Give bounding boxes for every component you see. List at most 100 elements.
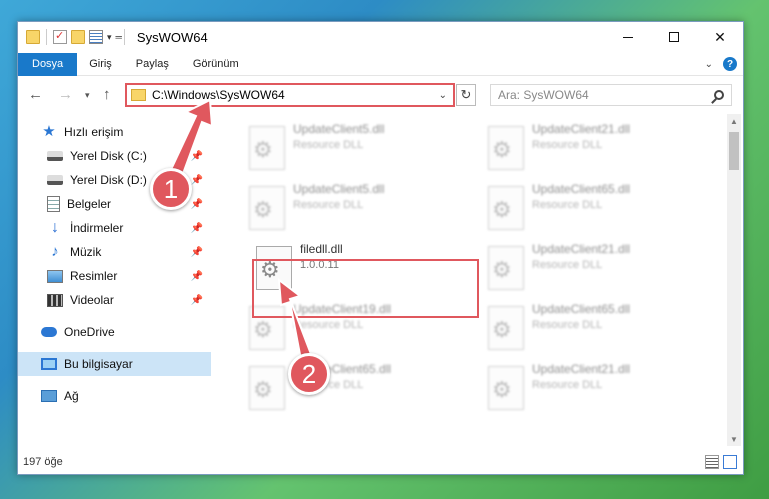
minimize-button[interactable] xyxy=(605,22,651,52)
large-icons-view-icon[interactable] xyxy=(723,455,737,469)
dll-file-icon xyxy=(488,126,524,170)
dll-file-icon xyxy=(488,246,524,290)
tab-home[interactable]: Giriş xyxy=(77,53,124,76)
file-list: UpdateClient5.dll Resource DLL UpdateClie… xyxy=(223,114,723,444)
sidebar-item-label: Bu bilgisayar xyxy=(64,357,133,371)
address-row: ← → ▾ ↑ C:\Windows\SysWOW64 ⌄ ↻ Ara: Sys… xyxy=(18,80,743,110)
chevron-down-icon[interactable]: ⌄ xyxy=(439,90,447,101)
document-icon xyxy=(47,196,60,212)
folder-icon[interactable] xyxy=(26,30,40,44)
maximize-button[interactable] xyxy=(651,22,697,52)
file-name: UpdateClient5.dll xyxy=(293,182,385,196)
recent-locations-icon[interactable]: ▾ xyxy=(85,90,90,101)
sidebar-item-videos[interactable]: Videolar 📌 xyxy=(18,288,211,312)
download-icon: ↓ xyxy=(51,219,59,236)
star-icon: ★ xyxy=(42,123,56,140)
sidebar-item-pictures[interactable]: Resimler 📌 xyxy=(18,264,211,288)
back-arrow-icon[interactable]: ← xyxy=(28,86,43,103)
sidebar-item-label: Yerel Disk (C:) xyxy=(70,149,147,163)
file-description: Resource DLL xyxy=(532,319,603,331)
scroll-thumb[interactable] xyxy=(729,132,739,170)
step-1-badge: 1 xyxy=(150,168,192,210)
dll-file-icon xyxy=(249,126,285,170)
search-input[interactable]: Ara: SysWOW64 xyxy=(490,84,732,106)
scroll-down-icon[interactable]: ▼ xyxy=(727,432,741,446)
tab-view[interactable]: Görünüm xyxy=(181,53,251,76)
expand-ribbon-icon[interactable]: ⌄ xyxy=(705,59,713,70)
new-folder-icon[interactable] xyxy=(71,30,85,44)
maximize-icon xyxy=(669,32,679,42)
file-description: Resource DLL xyxy=(293,319,364,331)
cloud-icon xyxy=(41,327,57,337)
close-button[interactable]: ✕ xyxy=(697,22,743,52)
sidebar-item-network[interactable]: Ağ xyxy=(18,384,211,408)
search-icon[interactable] xyxy=(714,90,724,100)
file-description: Resource DLL xyxy=(293,199,364,211)
file-description: Resource DLL xyxy=(293,139,364,151)
details-view-icon[interactable] xyxy=(705,455,719,469)
sidebar-item-downloads[interactable]: ↓ İndirmeler 📌 xyxy=(18,216,211,240)
search-placeholder: Ara: SysWOW64 xyxy=(498,88,589,102)
ribbon-tabs: Dosya Giriş Paylaş Görünüm ⌄ ? xyxy=(18,52,743,76)
address-bar[interactable]: C:\Windows\SysWOW64 ⌄ xyxy=(125,83,455,107)
sidebar-item-this-pc[interactable]: Bu bilgisayar xyxy=(18,352,211,376)
file-item[interactable]: UpdateClient65.dllResource DLL xyxy=(249,362,469,420)
vertical-scrollbar[interactable]: ▲ ▼ xyxy=(727,114,741,446)
file-item[interactable]: UpdateClient21.dll Resource DLL xyxy=(488,362,708,420)
sidebar-item-music[interactable]: ♪ Müzik 📌 xyxy=(18,240,211,264)
dll-file-icon xyxy=(249,366,285,410)
status-bar: 197 öğe xyxy=(18,450,743,474)
sidebar-item-label: Videolar xyxy=(70,293,114,307)
refresh-button[interactable]: ↻ xyxy=(456,84,476,106)
pictures-icon xyxy=(47,269,63,283)
up-arrow-icon[interactable]: ↑ xyxy=(103,86,111,103)
properties-icon[interactable] xyxy=(89,30,103,44)
pin-icon[interactable]: 📌 xyxy=(191,271,203,282)
file-item[interactable]: UpdateClient5.dll Resource DLL xyxy=(249,122,469,180)
file-item[interactable]: UpdateClient21.dll Resource DLL xyxy=(488,122,708,180)
dll-file-icon xyxy=(488,306,524,350)
file-description: Resource DLL xyxy=(532,259,603,271)
sidebar-item-quick-access[interactable]: ★ Hızlı erişim xyxy=(18,120,211,144)
sidebar-item-label: Yerel Disk (D:) xyxy=(70,173,147,187)
network-icon xyxy=(41,390,57,402)
file-item[interactable]: UpdateClient65.dllResource DLL xyxy=(488,182,708,240)
sidebar-item-label: Resimler xyxy=(70,269,118,283)
file-item[interactable]: UpdateClient21.dll Resource DLL xyxy=(488,242,708,300)
file-description: Resource DLL xyxy=(532,139,603,151)
pin-icon[interactable]: 📌 xyxy=(191,295,203,306)
videos-icon xyxy=(47,293,63,307)
properties-check-icon[interactable] xyxy=(53,29,67,44)
explorer-window: ▾ ═ SysWOW64 ✕ Dosya Giriş Paylaş Görünü… xyxy=(17,21,744,475)
close-icon: ✕ xyxy=(714,28,726,45)
pin-icon[interactable]: 📌 xyxy=(191,151,203,162)
disk-icon xyxy=(47,151,63,161)
scroll-up-icon[interactable]: ▲ xyxy=(727,114,741,128)
file-item[interactable]: UpdateClient5.dll Resource DLL xyxy=(249,182,469,240)
disk-icon xyxy=(47,175,63,185)
customize-toolbar-icon[interactable]: ═ xyxy=(116,32,122,42)
item-count: 197 öğe xyxy=(23,456,63,468)
dll-file-icon xyxy=(249,186,285,230)
help-icon[interactable]: ? xyxy=(723,57,737,71)
title-divider xyxy=(123,29,125,45)
tab-share[interactable]: Paylaş xyxy=(124,53,181,76)
forward-arrow-icon[interactable]: → xyxy=(58,86,73,103)
refresh-icon: ↻ xyxy=(460,87,472,102)
minimize-icon xyxy=(623,36,633,38)
sidebar-item-onedrive[interactable]: OneDrive xyxy=(18,320,211,344)
window-controls: ✕ xyxy=(605,22,743,52)
tab-file[interactable]: Dosya xyxy=(18,52,78,76)
pin-icon[interactable]: 📌 xyxy=(191,175,203,186)
sidebar-item-disk-c[interactable]: Yerel Disk (C:) 📌 xyxy=(18,144,211,168)
chevron-down-icon[interactable]: ▾ xyxy=(107,32,112,43)
pin-icon[interactable]: 📌 xyxy=(191,199,203,210)
file-description: Resource DLL xyxy=(532,379,603,391)
sidebar-item-label: Ağ xyxy=(64,389,79,403)
file-name: UpdateClient21.dll xyxy=(532,362,631,376)
file-item[interactable]: UpdateClient65.dllResource DLL xyxy=(488,302,708,360)
pin-icon[interactable]: 📌 xyxy=(191,247,203,258)
pin-icon[interactable]: 📌 xyxy=(191,223,203,234)
address-path[interactable]: C:\Windows\SysWOW64 xyxy=(152,88,285,102)
window-title: SysWOW64 xyxy=(136,29,208,45)
